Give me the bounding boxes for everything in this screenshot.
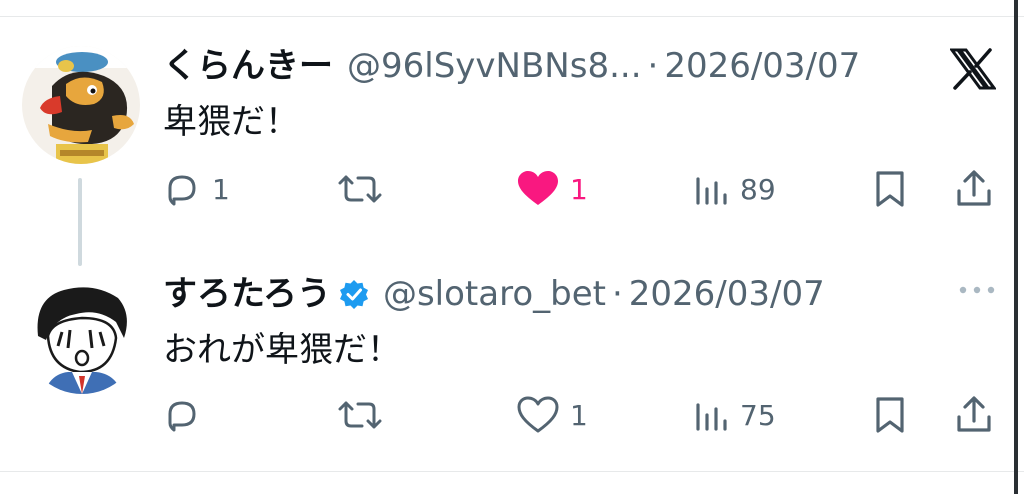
bookmark-button[interactable] bbox=[872, 164, 908, 214]
verified-badge-icon[interactable] bbox=[339, 279, 369, 309]
tweet-header: くらんきー @96lSyvNBNs8... · 2026/03/07 bbox=[163, 46, 860, 86]
like-button[interactable]: 1 bbox=[516, 390, 588, 440]
avatar-cartoon-man-illustration bbox=[24, 278, 140, 394]
share-icon bbox=[957, 396, 991, 432]
views-icon bbox=[696, 177, 727, 205]
x-logo-icon[interactable] bbox=[950, 48, 996, 90]
bookmark-icon bbox=[876, 171, 904, 207]
retweet-button[interactable] bbox=[336, 390, 394, 440]
bookmark-icon bbox=[876, 397, 904, 433]
post-date[interactable]: 2026/03/07 bbox=[629, 274, 825, 314]
tweet-header: すろたろう @slotaro_bet · 2026/03/07 bbox=[163, 274, 825, 314]
views-icon bbox=[696, 403, 727, 431]
post-date[interactable]: 2026/03/07 bbox=[664, 46, 860, 86]
reply-button[interactable] bbox=[162, 390, 212, 440]
bookmark-button[interactable] bbox=[872, 390, 908, 440]
avatar[interactable] bbox=[24, 278, 140, 394]
heart-filled-icon bbox=[518, 171, 558, 205]
more-icon[interactable] bbox=[957, 284, 997, 296]
tweet-actions: 1 75 bbox=[0, 390, 1024, 440]
reply-icon bbox=[168, 401, 196, 432]
views-button[interactable]: 75 bbox=[694, 390, 776, 440]
reply-icon bbox=[168, 175, 196, 206]
views-count: 75 bbox=[740, 398, 776, 432]
tweet-text: おれが卑猥だ！ bbox=[163, 330, 401, 370]
avatar[interactable] bbox=[22, 46, 140, 164]
display-name[interactable]: くらんきー bbox=[163, 46, 333, 86]
retweet-icon bbox=[338, 175, 382, 203]
like-count: 1 bbox=[570, 398, 588, 432]
views-count: 89 bbox=[740, 172, 776, 206]
retweet-button[interactable] bbox=[336, 164, 394, 214]
reply-count: 1 bbox=[212, 172, 230, 206]
tweet-parent[interactable]: くらんきー @96lSyvNBNs8... · 2026/03/07 卑猥だ！ … bbox=[0, 40, 1024, 240]
like-count: 1 bbox=[570, 172, 588, 206]
bottom-divider bbox=[0, 471, 1024, 472]
tweet-text: 卑猥だ！ bbox=[163, 102, 299, 142]
user-handle[interactable]: @96lSyvNBNs8... bbox=[347, 46, 642, 86]
heart-outline-icon bbox=[517, 396, 559, 433]
retweet-icon bbox=[338, 401, 382, 429]
views-button[interactable]: 89 bbox=[694, 164, 776, 214]
thread-view: くらんきー @96lSyvNBNs8... · 2026/03/07 卑猥だ！ … bbox=[0, 0, 1024, 494]
avatar-bird-illustration bbox=[22, 46, 140, 164]
share-button[interactable] bbox=[954, 390, 994, 440]
like-button[interactable]: 1 bbox=[516, 164, 588, 214]
user-handle[interactable]: @slotaro_bet bbox=[383, 274, 606, 314]
separator-dot: · bbox=[647, 46, 659, 86]
top-divider bbox=[0, 16, 1024, 17]
tweet-reply[interactable]: すろたろう @slotaro_bet · 2026/03/07 おれが卑猥だ！ bbox=[0, 268, 1024, 458]
separator-dot: · bbox=[611, 274, 623, 314]
share-icon bbox=[957, 170, 991, 206]
share-button[interactable] bbox=[954, 164, 994, 214]
reply-button[interactable]: 1 bbox=[162, 164, 230, 214]
display-name[interactable]: すろたろう bbox=[163, 274, 331, 314]
tweet-actions: 1 1 89 bbox=[0, 164, 1024, 214]
